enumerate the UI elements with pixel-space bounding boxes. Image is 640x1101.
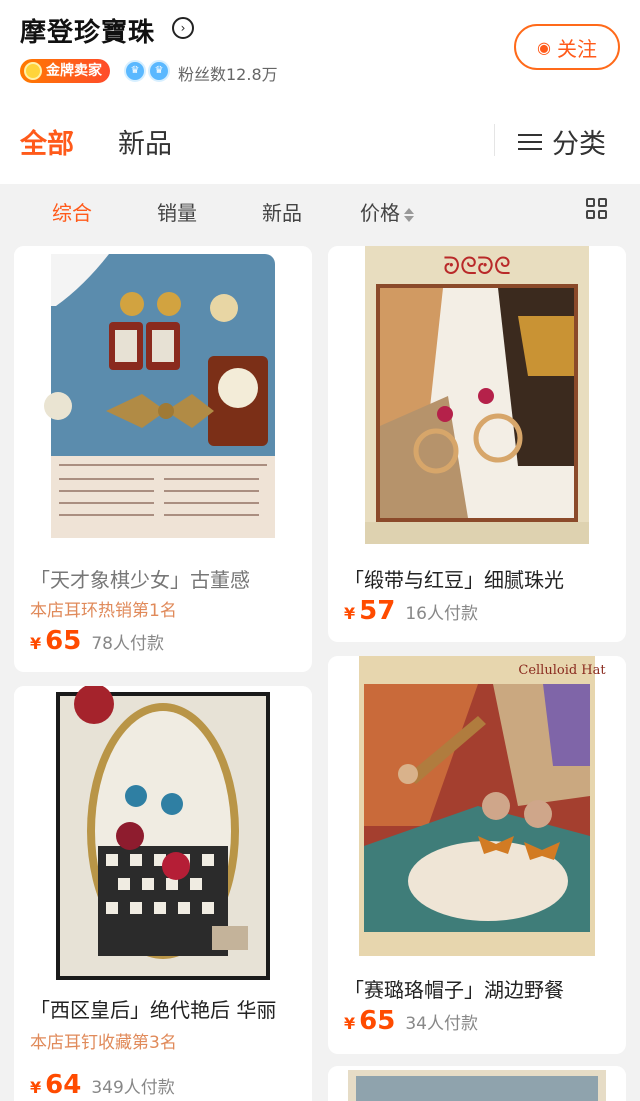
- price-line: ¥ 57 16人付款: [344, 596, 478, 626]
- wifi-broadcast-icon: ◉: [537, 37, 551, 57]
- product-title: 「缎带与红豆」细腻珠光: [344, 568, 564, 592]
- product-price: 65: [359, 1006, 396, 1036]
- tab-all[interactable]: 全部: [20, 122, 74, 161]
- currency-symbol: ¥: [30, 634, 42, 653]
- crown-icon: ♛: [148, 60, 170, 82]
- fans-count: 粉丝数12.8万: [178, 65, 278, 84]
- product-title: 「天才象棋少女」古董感: [30, 568, 250, 592]
- sort-new[interactable]: 新品: [262, 197, 302, 226]
- sort-price[interactable]: 价格: [360, 197, 414, 226]
- gold-seller-badge: 金牌卖家: [20, 59, 110, 83]
- sold-count: 34人付款: [405, 1014, 478, 1034]
- sort-sales[interactable]: 销量: [157, 197, 197, 226]
- product-card[interactable]: 「西区皇后」绝代艳后 华丽 本店耳钉收藏第3名 ¥ 64 349人付款: [14, 686, 312, 1101]
- product-price: 57: [359, 596, 396, 626]
- currency-symbol: ¥: [30, 1078, 42, 1097]
- product-image: ᘒᘓᘒᘓ: [328, 246, 626, 544]
- sort-price-label: 价格: [360, 201, 400, 225]
- svg-text:Celluloid Hat: Celluloid Hat: [518, 663, 606, 678]
- sort-bar: 综合 销量 新品 价格: [0, 184, 640, 236]
- follow-button-label: 关注: [556, 36, 597, 61]
- product-card[interactable]: ᘒᘓᘒᘓ 「缎带与红豆」细腻珠光 ¥ 57 16人付款: [328, 246, 626, 642]
- price-line: ¥ 65 78人付款: [30, 626, 164, 656]
- price-line: ¥ 64 349人付款: [30, 1070, 175, 1100]
- product-card[interactable]: 「天才象棋少女」古董感 本店耳环热销第1名 ¥ 65 78人付款: [14, 246, 312, 672]
- shop-name[interactable]: 摩登珍寶珠: [20, 12, 155, 49]
- sold-count: 16人付款: [405, 604, 478, 624]
- sort-general[interactable]: 综合: [52, 197, 92, 226]
- sold-count: 349人付款: [91, 1078, 175, 1098]
- currency-symbol: ¥: [344, 604, 356, 623]
- chevron-right-circle-icon[interactable]: ›: [172, 17, 194, 39]
- gold-seller-label: 金牌卖家: [46, 63, 102, 79]
- tab-divider: [494, 124, 495, 156]
- svg-text:ᘒᘓᘒᘓ: ᘒᘓᘒᘓ: [443, 252, 511, 280]
- product-card[interactable]: Celluloid Hat 「赛璐珞帽子」湖边野餐 ¥ 65 34人付款: [328, 656, 626, 1054]
- price-line: ¥ 65 34人付款: [344, 1006, 478, 1036]
- crown-icon: ♛: [124, 60, 146, 82]
- medal-icon: [24, 62, 42, 80]
- sort-arrows-icon: [404, 207, 414, 223]
- product-title: 「赛璐珞帽子」湖边野餐: [344, 978, 564, 1002]
- tab-new[interactable]: 新品: [118, 122, 172, 161]
- product-image: Celluloid Hat: [328, 656, 626, 956]
- product-image: [14, 686, 312, 984]
- shop-header: 摩登珍寶珠 › ◉ 关注 金牌卖家 ♛ ♛ 粉丝数12.8万 全部 新品 分类: [0, 0, 640, 184]
- category-button[interactable]: 分类: [518, 122, 606, 161]
- category-label: 分类: [552, 129, 606, 160]
- follow-button[interactable]: ◉ 关注: [514, 24, 620, 70]
- product-card[interactable]: [328, 1066, 626, 1101]
- currency-symbol: ¥: [344, 1014, 356, 1033]
- menu-icon: [518, 132, 542, 152]
- product-rank: 本店耳环热销第1名: [30, 601, 177, 621]
- product-title: 「西区皇后」绝代艳后 华丽: [30, 998, 277, 1022]
- product-image: [328, 1066, 626, 1101]
- product-price: 65: [45, 626, 82, 656]
- product-rank: 本店耳钉收藏第3名: [30, 1033, 177, 1053]
- sold-count: 78人付款: [91, 634, 164, 654]
- grid-view-icon[interactable]: [586, 198, 608, 220]
- product-price: 64: [45, 1070, 82, 1100]
- product-image: [14, 246, 312, 542]
